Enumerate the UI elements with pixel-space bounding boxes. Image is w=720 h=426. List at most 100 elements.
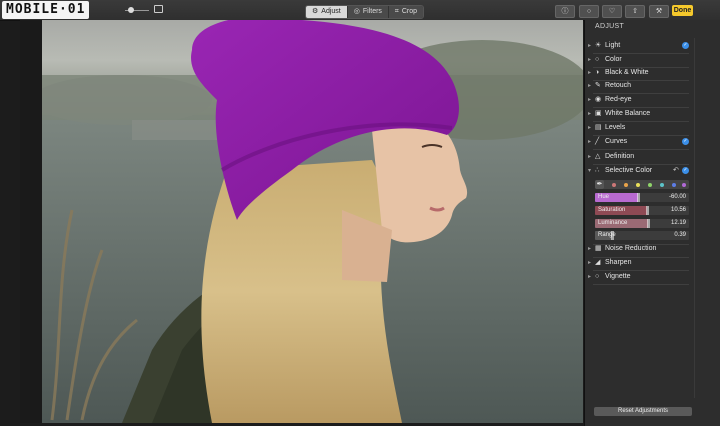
swatch-red[interactable] — [612, 183, 616, 187]
adjust-item-white-balance[interactable]: ▸ ▣ White Balance — [585, 108, 693, 120]
zoom-fit-icon[interactable] — [154, 5, 163, 13]
done-button[interactable]: Done — [672, 5, 693, 16]
chevron-right-icon: ▸ — [588, 125, 592, 131]
share-icon: ⇧ — [632, 8, 638, 15]
checkmark-icon[interactable]: ✓ — [682, 138, 689, 145]
adjust-item-noise-reduction[interactable]: ▸ ▦ Noise Reduction — [585, 243, 693, 255]
reset-adjustments-button[interactable]: Reset Adjustments — [594, 407, 692, 416]
tools-icon: ⚒ — [655, 8, 663, 15]
slider-label: Range — [598, 232, 616, 238]
adjust-item-definition[interactable]: ▸ △ Definition — [585, 151, 693, 163]
chevron-right-icon: ▸ — [588, 111, 592, 117]
toolbar: MOBILE·01 ⚙ Adjust ◎ Filters ⌗ Crop ⓘ ○ … — [0, 0, 720, 21]
divider — [593, 284, 689, 285]
adjust-item-label: Color — [605, 56, 622, 63]
swatch-blue[interactable] — [672, 183, 676, 187]
chevron-right-icon: ▸ — [588, 274, 592, 280]
tab-crop[interactable]: ⌗ Crop — [388, 6, 424, 18]
levels-icon: ▤ — [595, 124, 602, 131]
adjust-item-curves[interactable]: ▸ ╱ Curves ✓ — [585, 136, 693, 148]
adjust-item-label: Retouch — [605, 82, 632, 89]
chevron-right-icon: ▸ — [588, 154, 592, 160]
hue-slider[interactable]: Hue -60.00 — [595, 193, 689, 202]
adjust-item-color[interactable]: ▸ ○ Color — [585, 54, 693, 66]
curves-icon: ╱ — [595, 138, 600, 145]
slider-knob[interactable] — [645, 206, 649, 215]
chevron-right-icon: ▸ — [588, 57, 592, 63]
adjust-item-label: Black & White — [605, 69, 649, 76]
saturation-slider[interactable]: Saturation 10.56 — [595, 206, 689, 215]
chevron-right-icon: ▸ — [588, 260, 592, 266]
tools-button[interactable]: ⚒ — [649, 5, 669, 18]
swatch-magenta[interactable] — [682, 183, 686, 187]
range-slider[interactable]: Range 0.39 — [595, 231, 689, 240]
panel-scrollbar[interactable] — [694, 38, 695, 398]
swatch-orange[interactable] — [624, 183, 628, 187]
chevron-right-icon: ▸ — [588, 43, 592, 49]
chevron-right-icon: ▸ — [588, 83, 592, 89]
white-balance-icon: ▣ — [595, 110, 602, 117]
swatch-cyan[interactable] — [660, 183, 664, 187]
adjust-item-light[interactable]: ▸ ☀ Light ✓ — [585, 40, 693, 52]
adjust-panel: ADJUST ▸ ☀ Light ✓ ▸ ○ Color ▸ ◑ Black &… — [584, 20, 720, 426]
adjust-icon: ⚙ — [312, 8, 319, 15]
compare-button[interactable]: ○ — [579, 5, 599, 18]
chevron-right-icon: ▸ — [588, 139, 592, 145]
filters-icon: ◎ — [353, 8, 360, 15]
luminance-slider[interactable]: Luminance 12.19 — [595, 219, 689, 228]
adjust-item-label: Curves — [605, 138, 628, 145]
edit-mode-segmented-control: ⚙ Adjust ◎ Filters ⌗ Crop — [305, 5, 425, 19]
photo-canvas — [20, 20, 583, 423]
checkmark-icon[interactable]: ✓ — [682, 167, 689, 174]
zoom-slider-knob[interactable] — [128, 7, 134, 13]
tab-filters[interactable]: ◎ Filters — [347, 6, 389, 18]
info-button[interactable]: ⓘ — [555, 5, 575, 18]
adjust-item-label: Light — [605, 42, 621, 49]
slider-knob[interactable] — [637, 193, 641, 202]
slider-value: 12.19 — [670, 220, 686, 226]
adjust-item-vignette[interactable]: ▸ ○ Vignette — [585, 271, 693, 283]
slider-value: 10.56 — [670, 207, 686, 213]
tab-filters-label: Filters — [362, 8, 382, 15]
adjust-item-label: Selective Color — [605, 167, 653, 174]
slider-label: Luminance — [598, 220, 628, 226]
chevron-right-icon: ▸ — [588, 246, 592, 252]
chevron-right-icon: ▸ — [588, 97, 592, 103]
definition-icon: △ — [595, 153, 601, 160]
heart-icon: ♡ — [608, 8, 616, 15]
color-circle-icon: ○ — [595, 56, 600, 63]
sun-icon: ☀ — [595, 42, 602, 49]
checkmark-icon[interactable]: ✓ — [682, 42, 689, 49]
swatch-yellow[interactable] — [636, 183, 640, 187]
eye-icon: ◉ — [595, 96, 602, 103]
slider-value: -60.00 — [668, 194, 686, 200]
adjust-item-black-white[interactable]: ▸ ◑ Black & White — [585, 67, 693, 79]
slider-knob[interactable] — [646, 219, 650, 228]
adjust-item-selective-color[interactable]: ▾ ∴ Selective Color ↶ ✓ — [585, 165, 693, 177]
tab-adjust-label: Adjust — [321, 8, 341, 15]
panel-title: ADJUST — [595, 23, 625, 30]
adjust-item-retouch[interactable]: ▸ ✎ Retouch — [585, 80, 693, 92]
adjust-item-red-eye[interactable]: ▸ ◉ Red-eye — [585, 94, 693, 106]
adjust-item-label: White Balance — [605, 110, 651, 117]
sharpen-icon: ◢ — [595, 259, 601, 266]
info-icon: ⓘ — [561, 8, 569, 15]
adjust-item-label: Red-eye — [605, 96, 632, 103]
adjust-item-label: Vignette — [605, 273, 631, 280]
edited-photo[interactable] — [42, 20, 583, 423]
share-button[interactable]: ⇧ — [625, 5, 645, 18]
tab-crop-label: Crop — [401, 8, 418, 15]
adjust-item-sharpen[interactable]: ▸ ◢ Sharpen — [585, 257, 693, 269]
tab-adjust[interactable]: ⚙ Adjust — [306, 6, 348, 18]
chevron-right-icon: ▸ — [588, 70, 592, 76]
favorite-button[interactable]: ♡ — [602, 5, 622, 18]
adjust-item-levels[interactable]: ▸ ▤ Levels — [585, 122, 693, 134]
slider-label: Hue — [598, 194, 610, 200]
crop-icon: ⌗ — [394, 8, 399, 15]
compare-icon: ○ — [586, 8, 592, 15]
undo-icon[interactable]: ↶ — [673, 165, 679, 177]
eyedropper-icon[interactable]: ✒ — [595, 180, 604, 189]
swatch-green[interactable] — [648, 183, 652, 187]
adjust-item-label: Noise Reduction — [605, 245, 657, 252]
slider-label: Saturation — [598, 207, 626, 213]
